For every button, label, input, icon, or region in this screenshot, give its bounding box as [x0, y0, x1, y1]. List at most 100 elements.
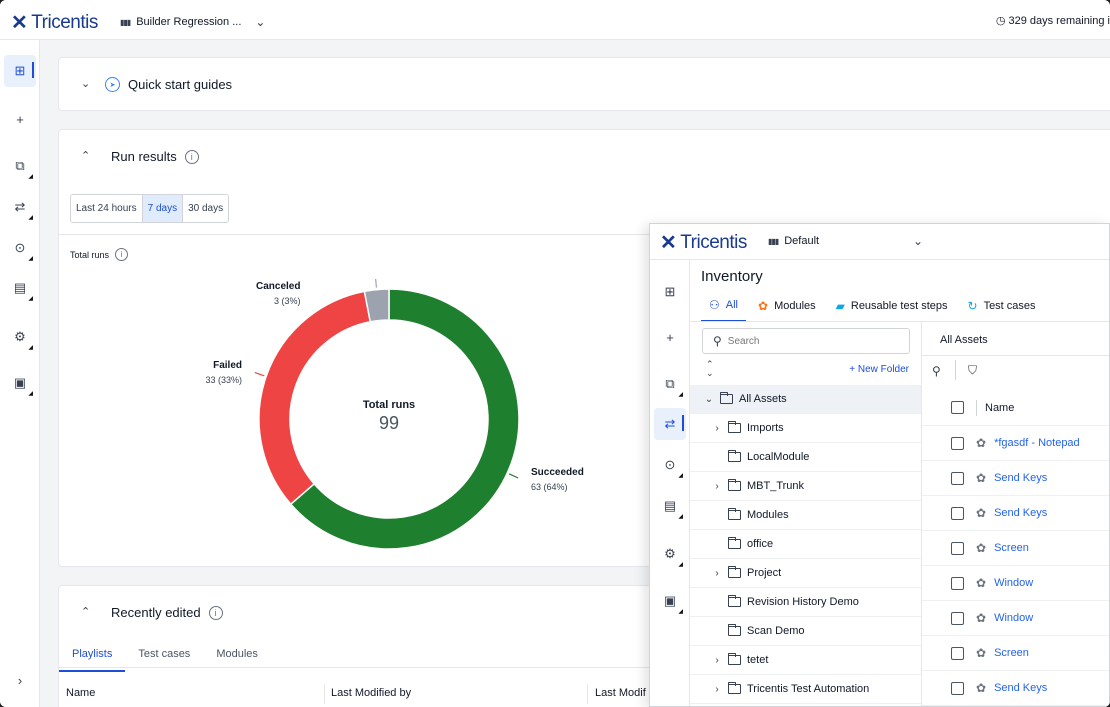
tab-all[interactable]: ⚇ All [701, 298, 746, 322]
rail-playlists[interactable]: ⧉ ◢ [654, 368, 686, 400]
tab-modules[interactable]: Modules [203, 648, 271, 672]
tree-item[interactable]: Modules [690, 501, 921, 530]
item-name-link[interactable]: Send Keys [994, 507, 1047, 519]
tree-item-label: Modules [747, 509, 789, 521]
rail-agents[interactable]: ▣ ◢ [654, 585, 686, 617]
row-checkbox[interactable] [951, 471, 964, 485]
rail-inventory[interactable]: ⇄ [654, 408, 686, 440]
rail-runs[interactable]: ⊙ ◢ [654, 449, 686, 481]
rail-reports[interactable]: ▤ ◢ [4, 272, 36, 304]
item-name-link[interactable]: Window [994, 612, 1033, 624]
rail-agents[interactable]: ▣ ◢ [4, 367, 36, 399]
rail-add[interactable]: + [4, 103, 36, 135]
row-checkbox[interactable] [951, 436, 964, 450]
tree-item[interactable]: › Project [690, 559, 921, 588]
info-icon[interactable]: i [208, 605, 223, 620]
search-box[interactable]: ⚲ [702, 328, 910, 354]
chevron-up-icon[interactable]: ⌃ [81, 149, 90, 162]
new-folder-button[interactable]: + New Folder [849, 364, 909, 375]
list-item[interactable]: ✿ Window [922, 566, 1109, 601]
rail-playlists[interactable]: ⧉ ◢ [4, 150, 36, 182]
tree-item[interactable]: LocalModule [690, 443, 921, 472]
rail-settings[interactable]: ⚙ ◢ [4, 321, 36, 353]
chevron-down-icon[interactable]: ⌄ [81, 77, 90, 90]
corner-indicator: ◢ [678, 609, 683, 615]
item-name-link[interactable]: *fgasdf - Notepad [994, 437, 1080, 449]
row-checkbox[interactable] [951, 611, 964, 625]
tree-item[interactable]: Scan Demo [690, 617, 921, 646]
row-checkbox[interactable] [951, 506, 964, 520]
workspace-selector[interactable]: ▮▮▮ Builder Regression ... ⌄ [120, 15, 265, 29]
inventory-top-bar: ✕ Tricentis ▮▮▮ Default ⌄ [650, 224, 1109, 260]
rail-reports[interactable]: ▤ ◢ [654, 490, 686, 522]
chevron-down-icon[interactable]: ⌄ [702, 394, 716, 405]
tab-test-cases[interactable]: ↻ Test cases [960, 298, 1044, 322]
filter-icon[interactable]: ⛉ [968, 363, 977, 378]
tab-reusable-test-steps[interactable]: ▰ Reusable test steps [828, 298, 956, 322]
range-option[interactable]: 30 days [183, 195, 229, 222]
list-item[interactable]: ✿ Screen [922, 531, 1109, 566]
range-option-selected[interactable]: 7 days [142, 195, 184, 222]
rail-dashboard[interactable]: ⊞ [4, 55, 36, 87]
license-remaining[interactable]: ◷ 329 days remaining i [996, 14, 1110, 27]
list-item[interactable]: ✿ *fgasdf - Notepad [922, 426, 1109, 461]
inventory-icon: ⇄ [14, 199, 26, 214]
tricentis-logo[interactable]: ✕ Tricentis [660, 230, 747, 255]
search-input[interactable] [727, 335, 898, 347]
tree-item[interactable]: Revision History Demo [690, 588, 921, 617]
rail-dashboard[interactable]: ⊞ [654, 276, 686, 308]
row-checkbox[interactable] [951, 576, 964, 590]
item-name-link[interactable]: Send Keys [994, 682, 1047, 694]
rail-runs[interactable]: ⊙ ◢ [4, 232, 36, 264]
folder-icon [728, 682, 741, 694]
tree-item[interactable]: › tetet [690, 646, 921, 675]
corner-indicator: ◢ [28, 215, 33, 221]
donut-slice-failed[interactable] [258, 290, 372, 506]
tree-item[interactable]: › Tricentis Test Automation [690, 675, 921, 704]
row-checkbox[interactable] [951, 541, 964, 555]
list-item[interactable]: ✿ Send Keys [922, 461, 1109, 496]
list-item[interactable]: ✿ Send Keys [922, 496, 1109, 531]
tree-item[interactable]: › MBT_Trunk [690, 472, 921, 501]
chevron-right-icon[interactable]: › [710, 423, 724, 434]
tree-item[interactable]: › Imports [690, 414, 921, 443]
column-header-name[interactable]: Name [985, 402, 1014, 414]
item-name-link[interactable]: Window [994, 577, 1033, 589]
select-all-checkbox[interactable] [951, 401, 964, 414]
search-icon[interactable]: ⚲ [932, 364, 941, 378]
item-name-link[interactable]: Screen [994, 542, 1029, 554]
row-checkbox[interactable] [951, 646, 964, 660]
chevron-right-icon[interactable]: › [710, 568, 724, 579]
chevron-right-icon[interactable]: › [710, 655, 724, 666]
item-name-link[interactable]: Send Keys [994, 472, 1047, 484]
tree-item-label: Imports [747, 422, 784, 434]
list-item[interactable]: ✿ Screen [922, 636, 1109, 671]
tab-modules[interactable]: ✿ Modules [750, 298, 824, 322]
sort-icon[interactable]: ⌃ ⌄ [706, 360, 714, 378]
chevron-up-icon[interactable]: ⌃ [81, 605, 90, 618]
range-option[interactable]: Last 24 hours [71, 195, 143, 222]
column-header-last-modified[interactable]: Last Modif [595, 687, 646, 699]
workspace-selector[interactable]: ▮▮▮ Default ⌄ [768, 234, 923, 248]
column-header-last-modified-by[interactable]: Last Modified by [331, 687, 411, 699]
rail-inventory[interactable]: ⇄ ◢ [4, 191, 36, 223]
quick-start-title[interactable]: ➤ Quick start guides [105, 77, 232, 92]
rail-expand[interactable]: › [4, 664, 36, 696]
tricentis-logo[interactable]: ✕ Tricentis [11, 10, 98, 35]
list-item[interactable]: ✿ Window [922, 601, 1109, 636]
chevron-right-icon[interactable]: › [710, 481, 724, 492]
tree-root-all-assets[interactable]: ⌄ All Assets [690, 385, 921, 414]
column-header-name[interactable]: Name [66, 687, 95, 699]
rail-add[interactable]: + [654, 321, 686, 353]
row-checkbox[interactable] [951, 681, 964, 695]
item-name-link[interactable]: Screen [994, 647, 1029, 659]
info-icon[interactable]: i [115, 248, 129, 261]
tab-playlists[interactable]: Playlists [59, 648, 126, 672]
tree-item[interactable]: office [690, 530, 921, 559]
chevron-right-icon[interactable]: › [710, 684, 724, 695]
tree-item-label: Project [747, 567, 782, 579]
tab-test-cases[interactable]: Test cases [125, 648, 203, 672]
list-item[interactable]: ✿ Send Keys [922, 671, 1109, 706]
rail-settings[interactable]: ⚙ ◢ [654, 538, 686, 570]
info-icon[interactable]: i [184, 149, 199, 164]
